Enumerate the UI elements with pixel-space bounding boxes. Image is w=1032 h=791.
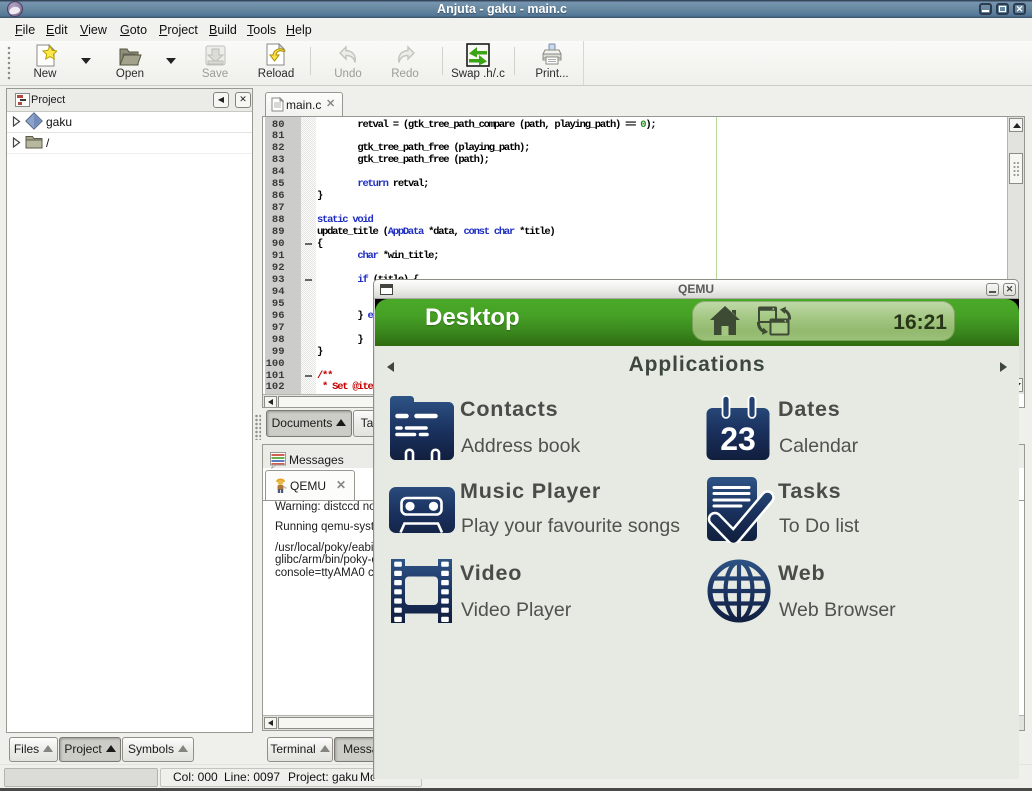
svg-text:23: 23 (720, 421, 756, 457)
